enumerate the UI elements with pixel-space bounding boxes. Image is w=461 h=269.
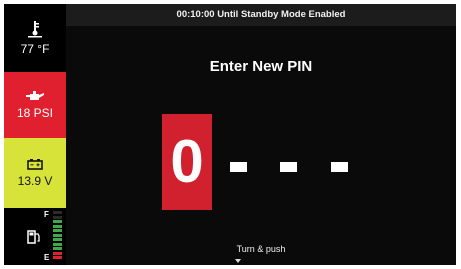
fuel-full-label: F <box>44 210 49 219</box>
fuel-empty-label: E <box>44 253 50 262</box>
display-screen: 00:10:00 Until Standby Mode Enabled 77 °… <box>4 4 456 265</box>
battery-icon <box>27 159 43 170</box>
turn-push-hint: Turn & push <box>236 244 286 254</box>
oil-pressure-value: 18 PSI <box>16 106 54 120</box>
oil-pressure-tile: 18 PSI <box>4 72 66 138</box>
fuel-level-segment <box>53 224 62 228</box>
pin-digit-active[interactable]: 0 <box>162 114 212 210</box>
pin-digit-placeholder <box>280 162 297 172</box>
standby-timer-text: 00:10:00 Until Standby Mode Enabled <box>176 9 346 20</box>
temperature-tile: 77 °F <box>4 4 66 72</box>
standby-timer-bar: 00:10:00 Until Standby Mode Enabled <box>66 4 456 26</box>
fuel-tile: F E <box>4 208 66 265</box>
temperature-value: 77 °F <box>20 42 50 56</box>
fuel-level-segment <box>53 242 62 246</box>
battery-voltage-value: 13.9 V <box>17 174 53 188</box>
fuel-pump-icon <box>27 230 40 244</box>
fuel-level-segment <box>53 229 62 232</box>
pin-digit-placeholder <box>230 162 247 172</box>
battery-tile: 13.9 V <box>4 138 66 208</box>
gauge-sidebar: 77 °F 18 PSI 13.9 V F E <box>4 4 66 265</box>
fuel-level-segment <box>53 238 62 241</box>
fuel-level-segment <box>53 220 62 223</box>
fuel-level-segment <box>53 211 62 214</box>
fuel-level-segment <box>53 233 62 237</box>
coolant-temperature-icon <box>28 21 42 38</box>
fuel-level-segment <box>53 215 62 219</box>
pin-digit-placeholder <box>331 162 348 172</box>
chevron-down-icon <box>235 259 241 263</box>
fuel-level-segment <box>53 251 62 255</box>
fuel-level-gauge <box>53 211 62 262</box>
pin-entry-title: Enter New PIN <box>209 58 313 75</box>
fuel-level-segment <box>53 247 62 250</box>
fuel-level-segment <box>53 256 62 259</box>
oil-can-icon <box>26 91 44 100</box>
